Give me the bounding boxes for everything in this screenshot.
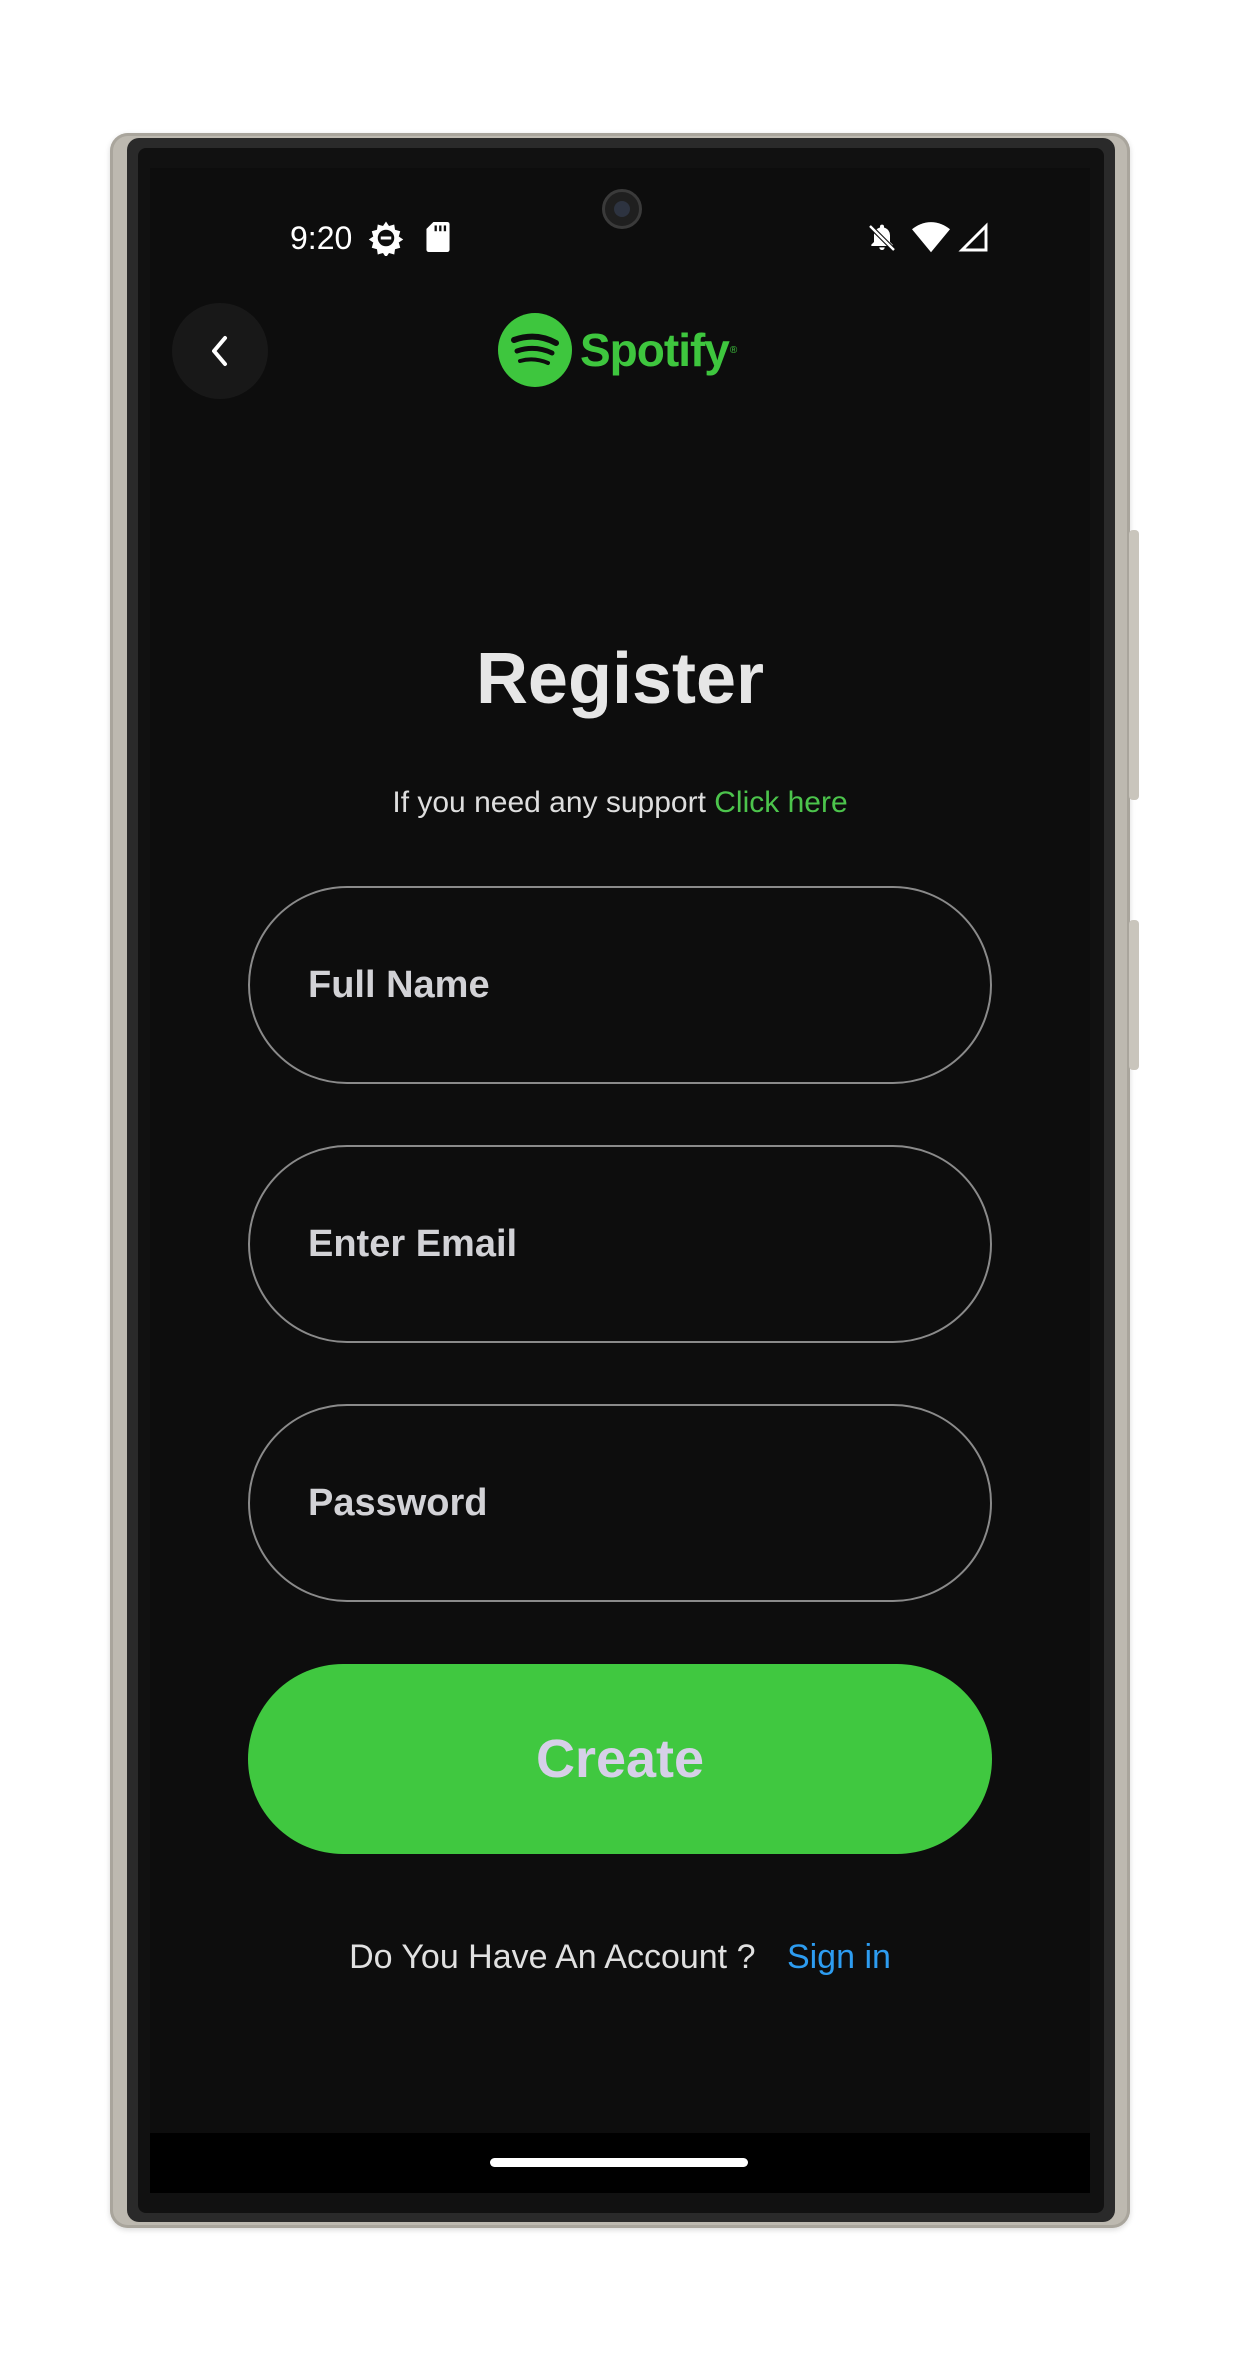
signin-link[interactable]: Sign in [787, 1938, 891, 1976]
chevron-left-icon [212, 336, 227, 366]
spotify-logo: Spotify ® [498, 313, 737, 387]
signal-icon [958, 222, 988, 252]
side-button [1129, 530, 1139, 800]
page-title: Register [475, 639, 765, 719]
support-link[interactable]: Click here [714, 786, 847, 819]
gear-icon [368, 221, 404, 256]
account-prompt: Do You Have An Account ? [349, 1938, 756, 1976]
navigation-bar [150, 2133, 1090, 2193]
bell-off-icon [868, 224, 896, 252]
email-field[interactable] [248, 1145, 992, 1343]
support-line: If you need any support Click here [150, 786, 1090, 820]
status-bar: 9:20 [150, 218, 1090, 258]
sd-card-icon [426, 222, 450, 252]
side-button [1129, 920, 1139, 1070]
support-text: If you need any support [392, 786, 706, 819]
wifi-icon [912, 222, 950, 253]
home-indicator[interactable] [490, 2158, 748, 2167]
signin-row: Do You Have An Account ? Sign in [150, 1938, 1090, 1977]
password-field[interactable] [248, 1404, 992, 1602]
full-name-input[interactable] [308, 963, 990, 1007]
spotify-icon [498, 313, 572, 387]
password-input[interactable] [308, 1481, 990, 1525]
app-screen: 9:20 Spotify ® Register If you need any … [150, 168, 1090, 2193]
email-input[interactable] [308, 1222, 990, 1266]
logo-registered-mark: ® [729, 344, 738, 356]
logo-text: Spotify [580, 324, 730, 376]
create-button[interactable]: Create [248, 1664, 992, 1854]
full-name-field[interactable] [248, 886, 992, 1084]
back-button[interactable] [172, 303, 268, 399]
status-time: 9:20 [290, 220, 353, 256]
